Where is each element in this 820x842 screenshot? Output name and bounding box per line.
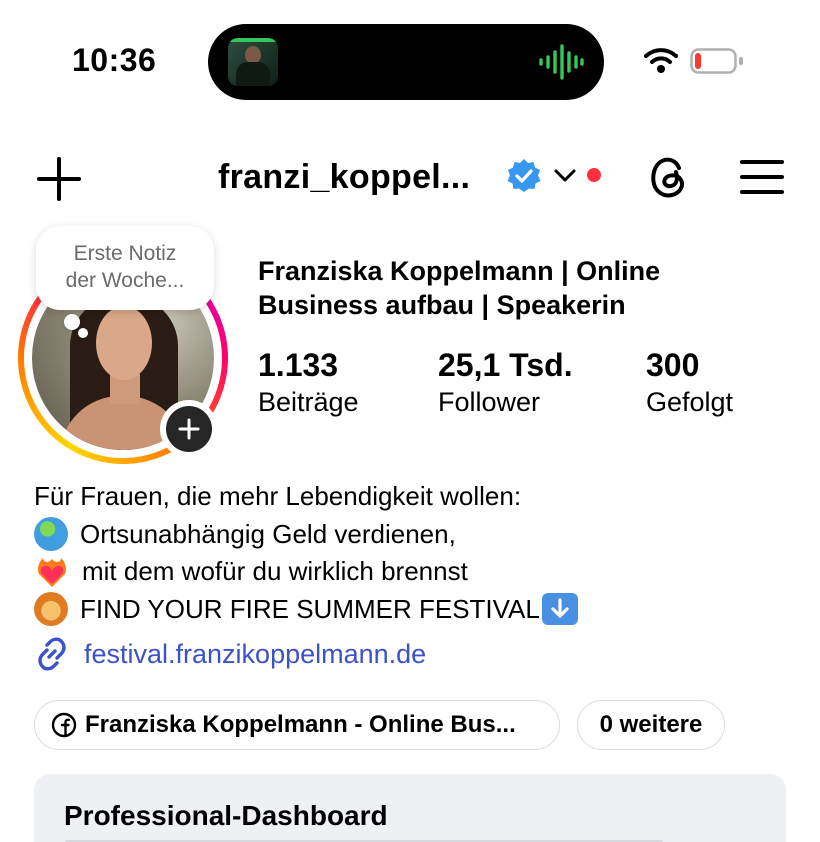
threads-icon[interactable]: [646, 154, 692, 200]
link-icon: [38, 637, 66, 671]
lion-emoji-icon: [34, 592, 68, 627]
dashboard-title: Professional-Dashboard: [64, 800, 388, 831]
notification-dot: [587, 168, 601, 182]
website-link[interactable]: festival.franzikoppelmann.de: [34, 636, 426, 672]
wifi-icon: [644, 48, 678, 73]
website-link-text[interactable]: festival.franzikoppelmann.de: [84, 639, 426, 670]
note-line-2: der Woche...: [65, 269, 185, 292]
status-time: 10:36: [72, 42, 157, 78]
bio-line-1: Für Frauen, die mehr Lebendigkeit wollen…: [34, 481, 522, 511]
more-links-chip[interactable]: 0 weitere: [577, 700, 725, 750]
hamburger-menu-icon[interactable]: [740, 158, 784, 196]
stat-posts-value: 1.133: [258, 347, 339, 383]
dynamic-island[interactable]: [208, 24, 604, 100]
professional-dashboard-card[interactable]: Professional-Dashboard: [34, 774, 786, 842]
stat-followers-value: 25,1 Tsd.: [438, 347, 573, 383]
facebook-chip-label: Franziska Koppelmann - Online Bus...: [85, 711, 516, 738]
verified-badge-icon: [507, 159, 541, 192]
note-bubble[interactable]: Erste Notiz der Woche...: [36, 226, 214, 310]
stat-following-value: 300: [646, 347, 700, 383]
globe-emoji-icon: [34, 517, 68, 552]
stat-posts[interactable]: 1.133 Beiträge: [258, 346, 359, 420]
add-story-icon[interactable]: [166, 406, 212, 452]
stat-posts-label: Beiträge: [258, 387, 359, 417]
live-activity-thumbnail[interactable]: [228, 38, 278, 86]
battery-low-icon: [690, 48, 743, 74]
bio-line-3: mit dem wofür du wirklich brennst: [82, 556, 468, 586]
stat-followers-label: Follower: [438, 387, 541, 417]
down-arrow-emoji-icon: [541, 593, 578, 626]
stat-following[interactable]: 300 Gefolgt: [646, 346, 733, 420]
username-switcher[interactable]: franzi_koppel...: [218, 158, 470, 197]
heart-on-fire-emoji-icon: [38, 557, 66, 587]
bio-line-4: FIND YOUR FIRE SUMMER FESTIVAL: [80, 593, 540, 624]
stat-following-label: Gefolgt: [646, 387, 734, 417]
note-line-1: Erste Notiz: [73, 242, 177, 265]
create-post-icon[interactable]: [36, 156, 82, 202]
facebook-profile-chip[interactable]: Franziska Koppelmann - Online Bus...: [34, 700, 560, 750]
stat-followers[interactable]: 25,1 Tsd. Follower: [438, 346, 573, 420]
facebook-icon: [51, 712, 77, 738]
bio: Für Frauen, die mehr Lebendigkeit wollen…: [34, 478, 794, 628]
chevron-down-icon[interactable]: [553, 166, 577, 186]
bio-line-2: Ortsunabhängig Geld verdienen,: [80, 518, 456, 549]
display-name: Franziska Koppelmann | Online Business a…: [258, 256, 661, 320]
audio-waveform-icon: [539, 44, 584, 80]
